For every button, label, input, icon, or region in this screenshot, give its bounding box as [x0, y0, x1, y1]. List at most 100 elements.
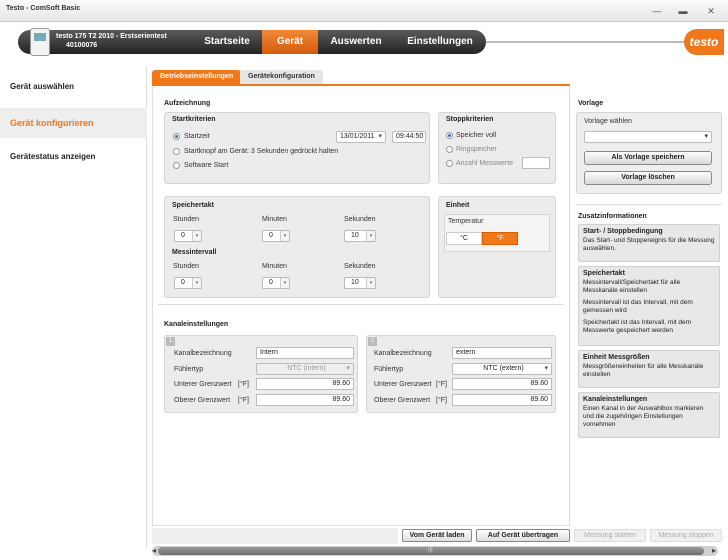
scroll-grip-icon: ||| [428, 547, 433, 553]
ch2-unterer-input[interactable]: 89.60 [452, 378, 552, 390]
spin-down-icon[interactable]: ▾ [192, 278, 201, 288]
messung-stoppen-button[interactable]: Messung stoppen [650, 529, 722, 542]
ch2-oberer-input[interactable]: 89.60 [452, 394, 552, 406]
label-st-minuten: Minuten [262, 216, 287, 223]
radio-startknopf[interactable] [173, 148, 180, 155]
radio-speicher-voll[interactable] [446, 132, 453, 139]
sidebar-item-geraet-auswaehlen[interactable]: Gerät auswählen [0, 82, 147, 91]
start-date-value: 13/01/2011 [340, 133, 375, 140]
scroll-left-icon[interactable]: ◂ [152, 546, 156, 555]
radio-startzeit[interactable] [173, 133, 180, 140]
minimize-button[interactable]: — [646, 3, 668, 19]
ch2-label-unterer: Unterer Grenzwert [374, 381, 432, 388]
start-date-picker[interactable]: 13/01/2011 ▾ [336, 131, 386, 143]
info-einheit-text: Messgrößeneinheiten für alle Messkanäle … [583, 363, 704, 378]
tab-geraetekonfiguration[interactable]: Gerätekonfiguration [240, 70, 323, 84]
nav-startseite[interactable]: Startseite [192, 30, 262, 54]
chevron-down-icon: ▾ [346, 365, 350, 372]
ch1-unit-unterer: [°F] [238, 381, 249, 388]
messintervall-title: Messintervall [172, 249, 217, 256]
zusatzinfo-title: Zusatzinformationen [578, 213, 647, 220]
spin-down-icon[interactable]: ▾ [280, 278, 289, 288]
spin-down-icon[interactable]: ▾ [192, 231, 201, 241]
sidebar [0, 66, 147, 548]
label-anzahl-messwerte: Anzahl Messwerte [456, 160, 514, 167]
nav-geraet[interactable]: Gerät [262, 30, 318, 54]
sidebar-item-geraetestatus[interactable]: Gerätestatus anzeigen [0, 152, 147, 161]
info-speichertakt-text-1: Messintervall/Speichertakt für alle Mess… [583, 279, 681, 294]
label-startzeit: Startzeit [184, 133, 210, 140]
ch1-unterer-input[interactable]: 89.60 [256, 378, 354, 390]
sidebar-item-geraet-konfigurieren[interactable]: Gerät konfigurieren [0, 108, 147, 138]
device-icon [30, 28, 50, 56]
label-st-stunden: Stunden [173, 216, 200, 223]
nav-einstellungen[interactable]: Einstellungen [398, 30, 482, 54]
info-start-stopp-text: Das Start- und Stoppereignis für die Mes… [583, 237, 715, 252]
label-mi-stunden: Stunden [173, 263, 200, 270]
st-sekunden-value: 10 [351, 232, 359, 239]
info-kanal-text: Einen Kanal in der Auswahlbox markieren … [583, 405, 704, 428]
ch1-unit-oberer: [°F] [238, 397, 249, 404]
auf-geraet-uebertragen-button[interactable]: Auf Gerät übertragen [476, 529, 570, 542]
nav-auswerten[interactable]: Auswerten [318, 30, 394, 54]
ch2-label-bezeichnung: Kanalbezeichnung [374, 350, 432, 357]
spin-down-icon[interactable]: ▾ [280, 231, 289, 241]
vom-geraet-laden-button[interactable]: Vom Gerät laden [402, 529, 472, 542]
chevron-down-icon: ▾ [544, 365, 548, 372]
speichertakt-minuten-spinner[interactable]: 0 ▾ [262, 230, 290, 242]
section-aufzeichnung-title: Aufzeichnung [164, 100, 211, 107]
ch1-oberer-input[interactable]: 89.60 [256, 394, 354, 406]
start-time-input[interactable]: 09:44:50 [392, 131, 426, 143]
nav-divider [486, 41, 686, 43]
speichertakt-sekunden-spinner[interactable]: 10 ▾ [344, 230, 376, 242]
ch1-fuehlertyp-select[interactable]: NTC (intern) ▾ [256, 363, 354, 375]
radio-ringspeicher[interactable] [446, 146, 453, 153]
label-temperatur: Temperatur [448, 218, 484, 225]
vorlage-select[interactable]: ▾ [584, 131, 712, 143]
vorlage-speichern-button[interactable]: Als Vorlage speichern [584, 151, 712, 165]
kanaleinstellungen-title: Kanaleinstellungen [164, 321, 229, 328]
info-einheit: Einheit Messgrößen Messgrößeneinheiten f… [578, 350, 720, 388]
info-einheit-title: Einheit Messgrößen [583, 354, 650, 361]
ch1-label-oberer: Oberer Grenzwert [174, 397, 231, 404]
label-software-start: Software Start [184, 162, 229, 169]
startkriterien-title: Startkriterien [172, 116, 216, 123]
channel-1-number: 1 [166, 337, 175, 346]
label-speicher-voll: Speicher voll [456, 132, 497, 139]
vorlage-title: Vorlage [578, 100, 604, 107]
messintervall-minuten-spinner[interactable]: 0 ▾ [262, 277, 290, 289]
mi-sekunden-value: 10 [351, 279, 359, 286]
vorlage-loeschen-button[interactable]: Vorlage löschen [584, 171, 712, 185]
spin-down-icon[interactable]: ▾ [366, 278, 375, 288]
spin-down-icon[interactable]: ▾ [366, 231, 375, 241]
ch1-name-input[interactable]: Intern [256, 347, 354, 359]
messung-starten-button[interactable]: Messung starten [574, 529, 646, 542]
radio-software-start[interactable] [173, 162, 180, 169]
ch1-label-fuehlertyp: Fühlertyp [174, 366, 204, 373]
speichertakt-stunden-spinner[interactable]: 0 ▾ [174, 230, 202, 242]
mi-stunden-value: 0 [181, 279, 185, 286]
info-speichertakt-text-3: Speichertakt ist das Intervall, mit dem … [583, 319, 692, 334]
restore-button[interactable]: ▬ [672, 3, 694, 19]
tab-betriebseinstellungen[interactable]: Betriebseinstellungen [152, 70, 242, 84]
unit-fahrenheit-button[interactable]: °F [482, 232, 518, 245]
ch2-unit-oberer: [°F] [436, 397, 447, 404]
messintervall-stunden-spinner[interactable]: 0 ▾ [174, 277, 202, 289]
device-name: testo 175 T2 2010 - Erstserientest [56, 33, 167, 40]
takt-panel [164, 196, 430, 298]
close-button[interactable]: ✕ [700, 3, 722, 19]
info-speichertakt: Speichertakt Messintervall/Speichertakt … [578, 266, 720, 346]
anzahl-messwerte-input[interactable] [522, 157, 550, 169]
info-start-stopp: Start- / Stoppbedingung Das Start- und S… [578, 224, 720, 262]
ch2-fuehlertyp-select[interactable]: NTC (extern) ▾ [452, 363, 552, 375]
ch2-label-oberer: Oberer Grenzwert [374, 397, 431, 404]
label-vorlage-waehlen: Vorlage wählen [584, 118, 632, 125]
st-stunden-value: 0 [181, 232, 185, 239]
ch2-name-input[interactable]: extern [452, 347, 552, 359]
info-kanaleinstellungen: Kanaleinstellungen Einen Kanal in der Au… [578, 392, 720, 438]
st-minuten-value: 0 [269, 232, 273, 239]
unit-celsius-button[interactable]: °C [446, 232, 482, 245]
messintervall-sekunden-spinner[interactable]: 10 ▾ [344, 277, 376, 289]
scroll-right-icon[interactable]: ▸ [712, 546, 716, 555]
radio-anzahl-messwerte[interactable] [446, 160, 453, 167]
